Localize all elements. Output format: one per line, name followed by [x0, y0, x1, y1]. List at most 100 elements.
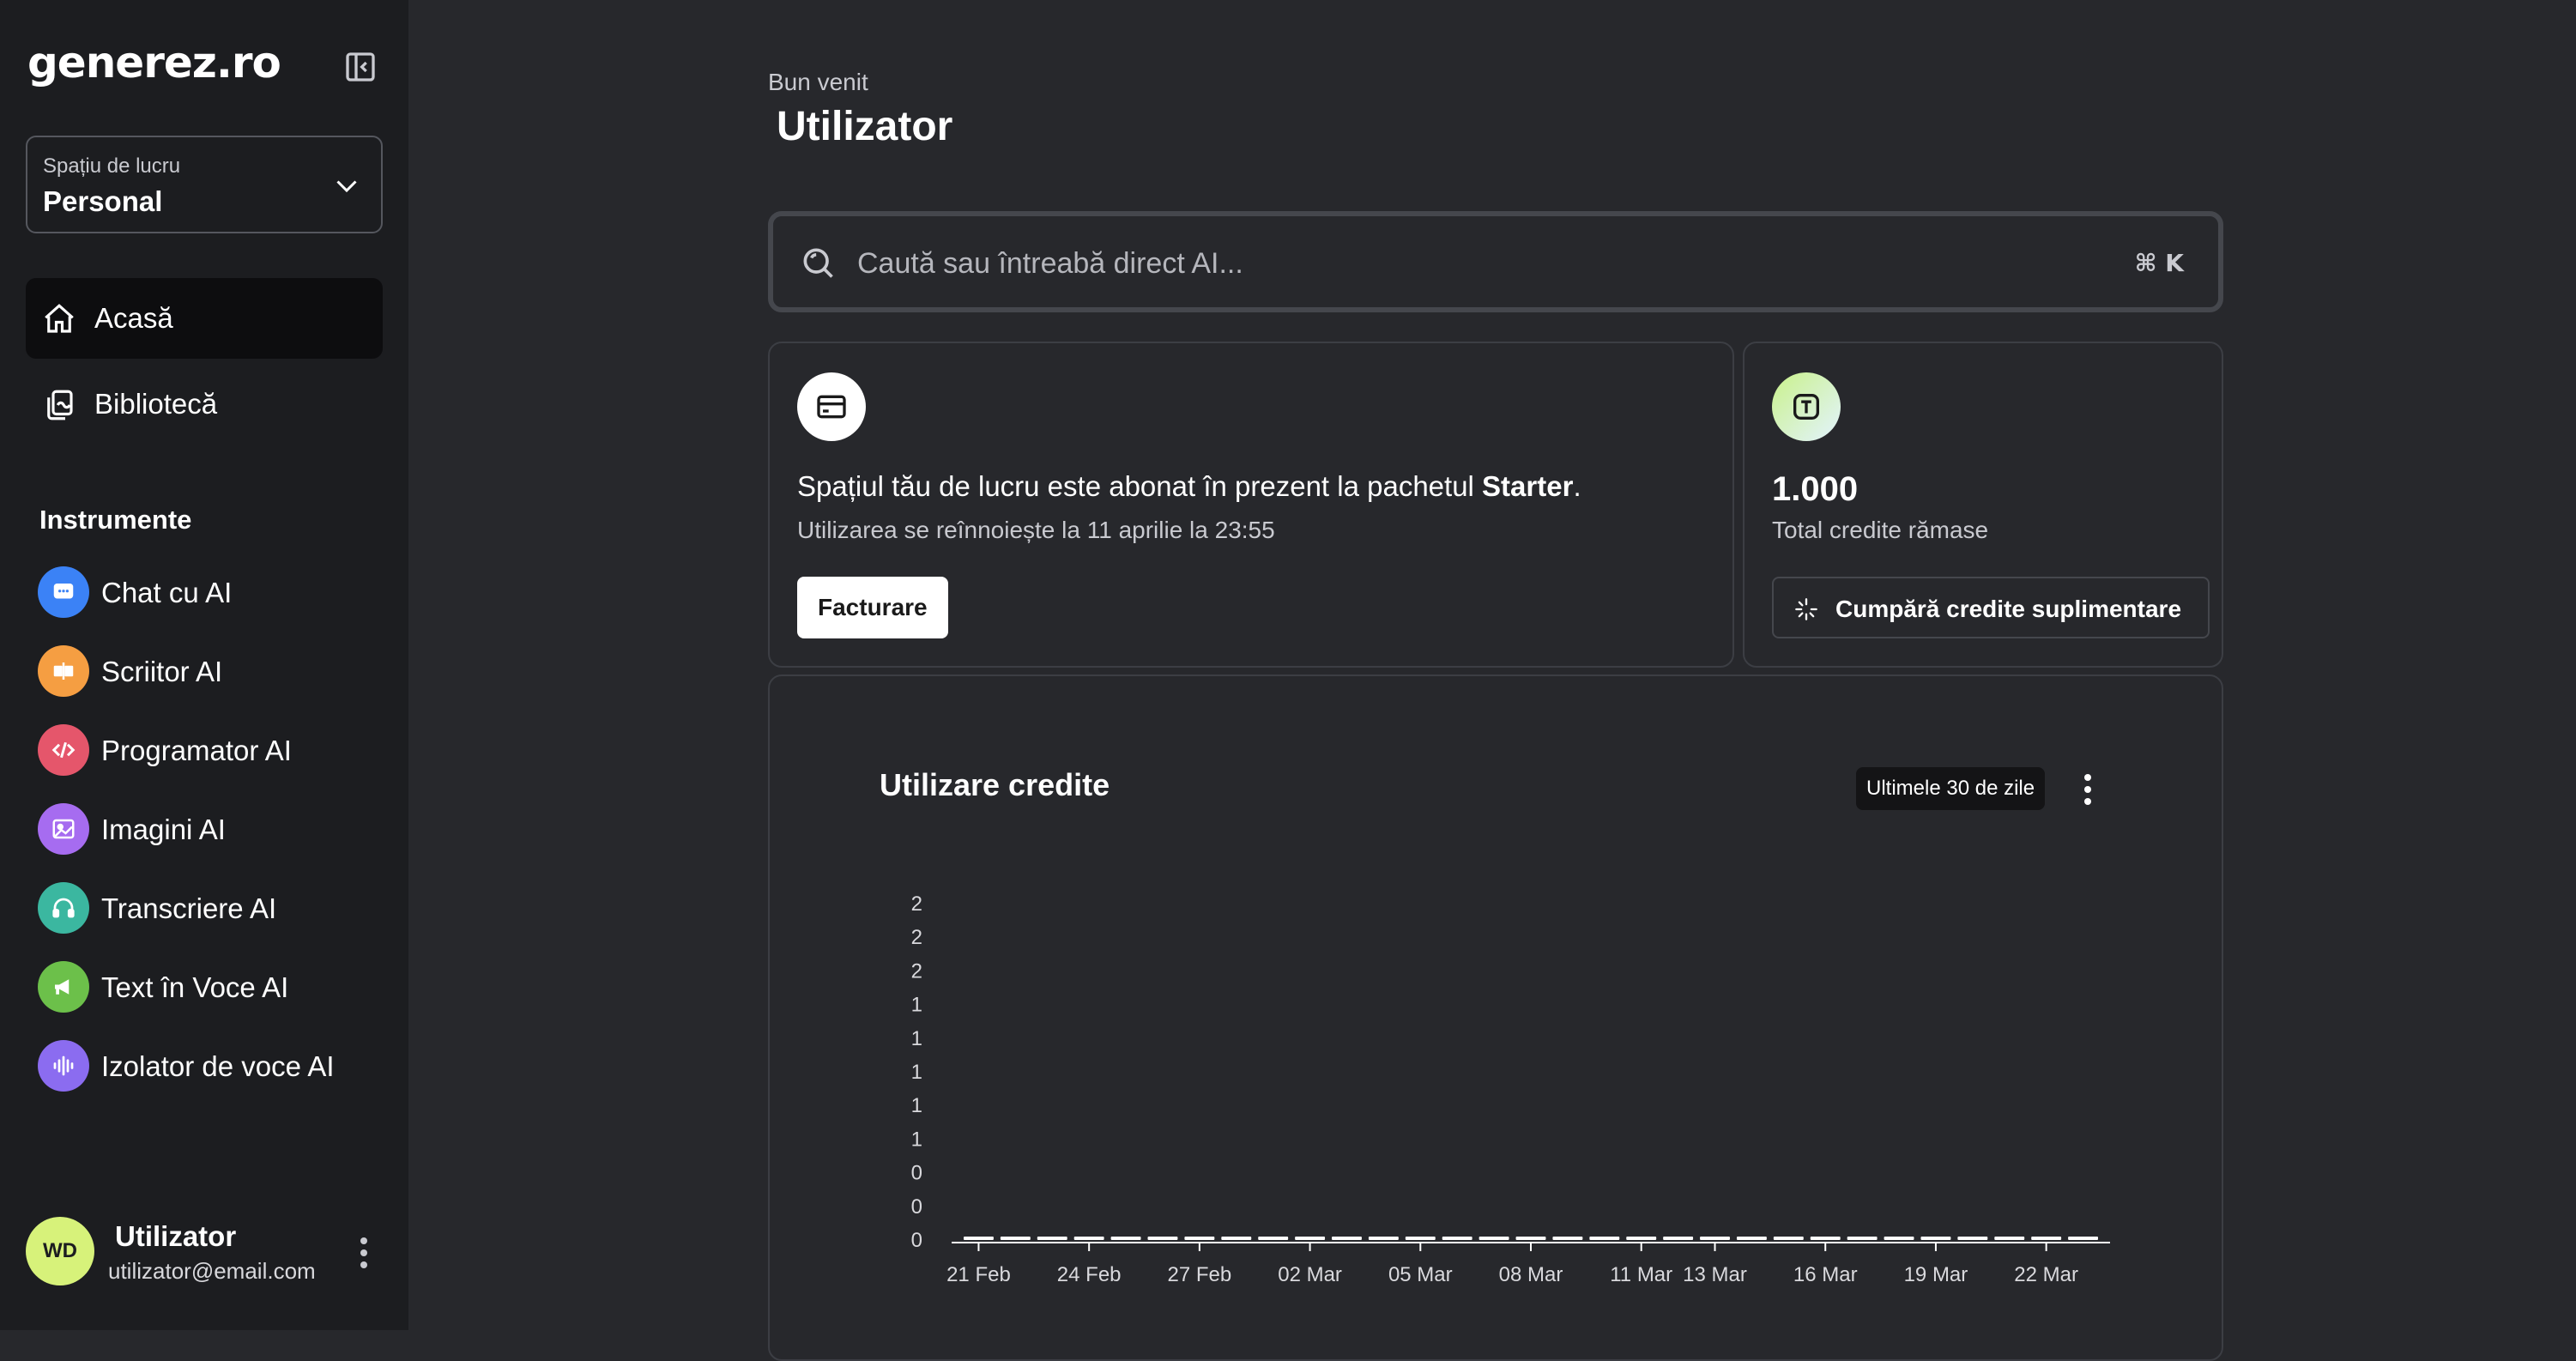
bar: [1994, 1237, 2025, 1240]
y-tick-label: 1: [911, 1027, 922, 1050]
bar: [1920, 1237, 1951, 1240]
y-tick-label: 1: [911, 1061, 922, 1084]
y-tick-label: 2: [911, 959, 922, 983]
tools-title: Instrumente: [39, 505, 192, 535]
x-tick-label: 08 Mar: [1499, 1263, 1563, 1286]
tool-transcription-ai[interactable]: Transcriere AI: [38, 880, 381, 935]
sidebar: generez.ro Spațiu de lucru Personal Acas…: [0, 0, 408, 1330]
bar: [1147, 1237, 1178, 1240]
bar: [1110, 1237, 1141, 1240]
bar: [1332, 1237, 1362, 1240]
y-tick-label: 1: [911, 1094, 922, 1117]
plan-name: Starter: [1482, 470, 1574, 502]
x-tick-label: 02 Mar: [1278, 1263, 1342, 1286]
tool-label: Imagini AI: [101, 814, 226, 845]
sparkle-icon: [1795, 598, 1817, 620]
headphones-icon: [38, 882, 89, 934]
y-tick-label: 2: [911, 892, 922, 916]
y-tick-label: 0: [911, 1229, 922, 1252]
logo-g: g: [27, 38, 58, 88]
tool-chat-ai[interactable]: Chat cu AI: [38, 565, 381, 620]
tool-label: Chat cu AI: [101, 577, 233, 608]
tool-images-ai[interactable]: Imagini AI: [38, 801, 381, 856]
bar: [1478, 1237, 1509, 1240]
billing-button[interactable]: Facturare: [797, 577, 948, 638]
tool-label: Transcriere AI: [101, 892, 277, 924]
logo-text: enerez.ro: [57, 38, 281, 88]
bar: [1552, 1237, 1583, 1240]
chat-icon: [38, 566, 89, 618]
bar: [1000, 1237, 1031, 1240]
bar: [1736, 1237, 1767, 1240]
bar: [1957, 1237, 1988, 1240]
x-tick-label: 22 Mar: [2014, 1263, 2078, 1286]
tool-text-to-voice-ai[interactable]: Text în Voce AI: [38, 959, 381, 1014]
search-shortcut: ⌘ K: [2134, 249, 2184, 277]
tool-programmer-ai[interactable]: Programator AI: [38, 723, 381, 777]
nav-item-library[interactable]: Bibliotecă: [26, 364, 383, 445]
workspace-select[interactable]: Spațiu de lucru Personal: [26, 136, 383, 233]
page-title: Utilizator: [777, 104, 953, 149]
home-icon: [41, 301, 77, 337]
usage-chart-card: Utilizare credite Ultimele 30 de zile 22…: [768, 674, 2223, 1361]
bar: [1810, 1237, 1841, 1240]
sidebar-collapse-icon[interactable]: [343, 50, 378, 84]
bar: [1700, 1237, 1730, 1240]
user-email: utilizator@email.com: [108, 1258, 316, 1284]
y-tick-label: 0: [911, 1162, 922, 1185]
x-tick-label: 11 Mar: [1610, 1263, 1672, 1286]
bar: [1037, 1237, 1067, 1240]
x-tick-label: 19 Mar: [1904, 1263, 1968, 1286]
nav-item-label: Acasă: [94, 302, 173, 334]
y-tick-label: 0: [911, 1195, 922, 1219]
library-icon: [41, 387, 77, 423]
writer-icon: [38, 645, 89, 697]
bar: [1773, 1237, 1804, 1240]
plan-text: Spațiul tău de lucru este abonat în prez…: [797, 470, 1581, 503]
bar: [2068, 1237, 2098, 1240]
buy-credits-label: Cumpără credite suplimentare: [1835, 596, 2182, 622]
x-tick-label: 24 Feb: [1057, 1263, 1122, 1286]
bar: [1184, 1237, 1215, 1240]
user-profile[interactable]: WD Utilizator utilizator@email.com: [26, 1217, 386, 1289]
search-input[interactable]: [856, 237, 2060, 290]
plan-text-prefix: Spațiul tău de lucru este abonat în prez…: [797, 470, 1483, 502]
tool-label: Scriitor AI: [101, 656, 223, 687]
credits-label: Total credite rămase: [1772, 517, 1989, 543]
bar: [1589, 1237, 1620, 1240]
tool-writer-ai[interactable]: Scriitor AI: [38, 644, 381, 699]
search-bar[interactable]: ⌘ K: [768, 211, 2223, 312]
more-vertical-icon[interactable]: [355, 1234, 372, 1272]
bar: [1295, 1237, 1326, 1240]
tool-voice-isolator-ai[interactable]: Izolator de voce AI: [38, 1038, 381, 1093]
tool-label: Text în Voce AI: [101, 971, 289, 1003]
bar: [1663, 1237, 1694, 1240]
welcome-text: Bun venit: [768, 69, 868, 95]
buy-credits-button[interactable]: Cumpără credite suplimentare: [1772, 577, 2210, 638]
nav-item-label: Bibliotecă: [94, 388, 218, 420]
bar: [1405, 1237, 1436, 1240]
x-tick-label: 05 Mar: [1388, 1263, 1453, 1286]
bar: [1884, 1237, 1914, 1240]
bar: [2031, 1237, 2062, 1240]
plan-text-suffix: .: [1573, 470, 1581, 502]
bar: [1221, 1237, 1252, 1240]
x-tick-label: 16 Mar: [1793, 1263, 1858, 1286]
x-tick-label: 27 Feb: [1168, 1263, 1232, 1286]
megaphone-icon: [38, 961, 89, 1013]
y-tick-label: 1: [911, 1128, 922, 1151]
y-tick-label: 1: [911, 994, 922, 1017]
tool-label: Programator AI: [101, 735, 292, 766]
workspace-value: Personal: [43, 185, 163, 217]
code-icon: [38, 724, 89, 776]
bar: [1258, 1237, 1289, 1240]
bar: [1847, 1237, 1878, 1240]
logo[interactable]: generez.ro: [27, 38, 281, 88]
bar: [964, 1237, 994, 1240]
nav-item-home[interactable]: Acasă: [26, 278, 383, 359]
x-tick-label: 13 Mar: [1683, 1263, 1747, 1286]
bar: [1073, 1237, 1104, 1240]
x-tick-label: 21 Feb: [946, 1263, 1011, 1286]
bar: [1515, 1237, 1546, 1240]
plan-card: Spațiul tău de lucru este abonat în prez…: [768, 342, 1734, 668]
